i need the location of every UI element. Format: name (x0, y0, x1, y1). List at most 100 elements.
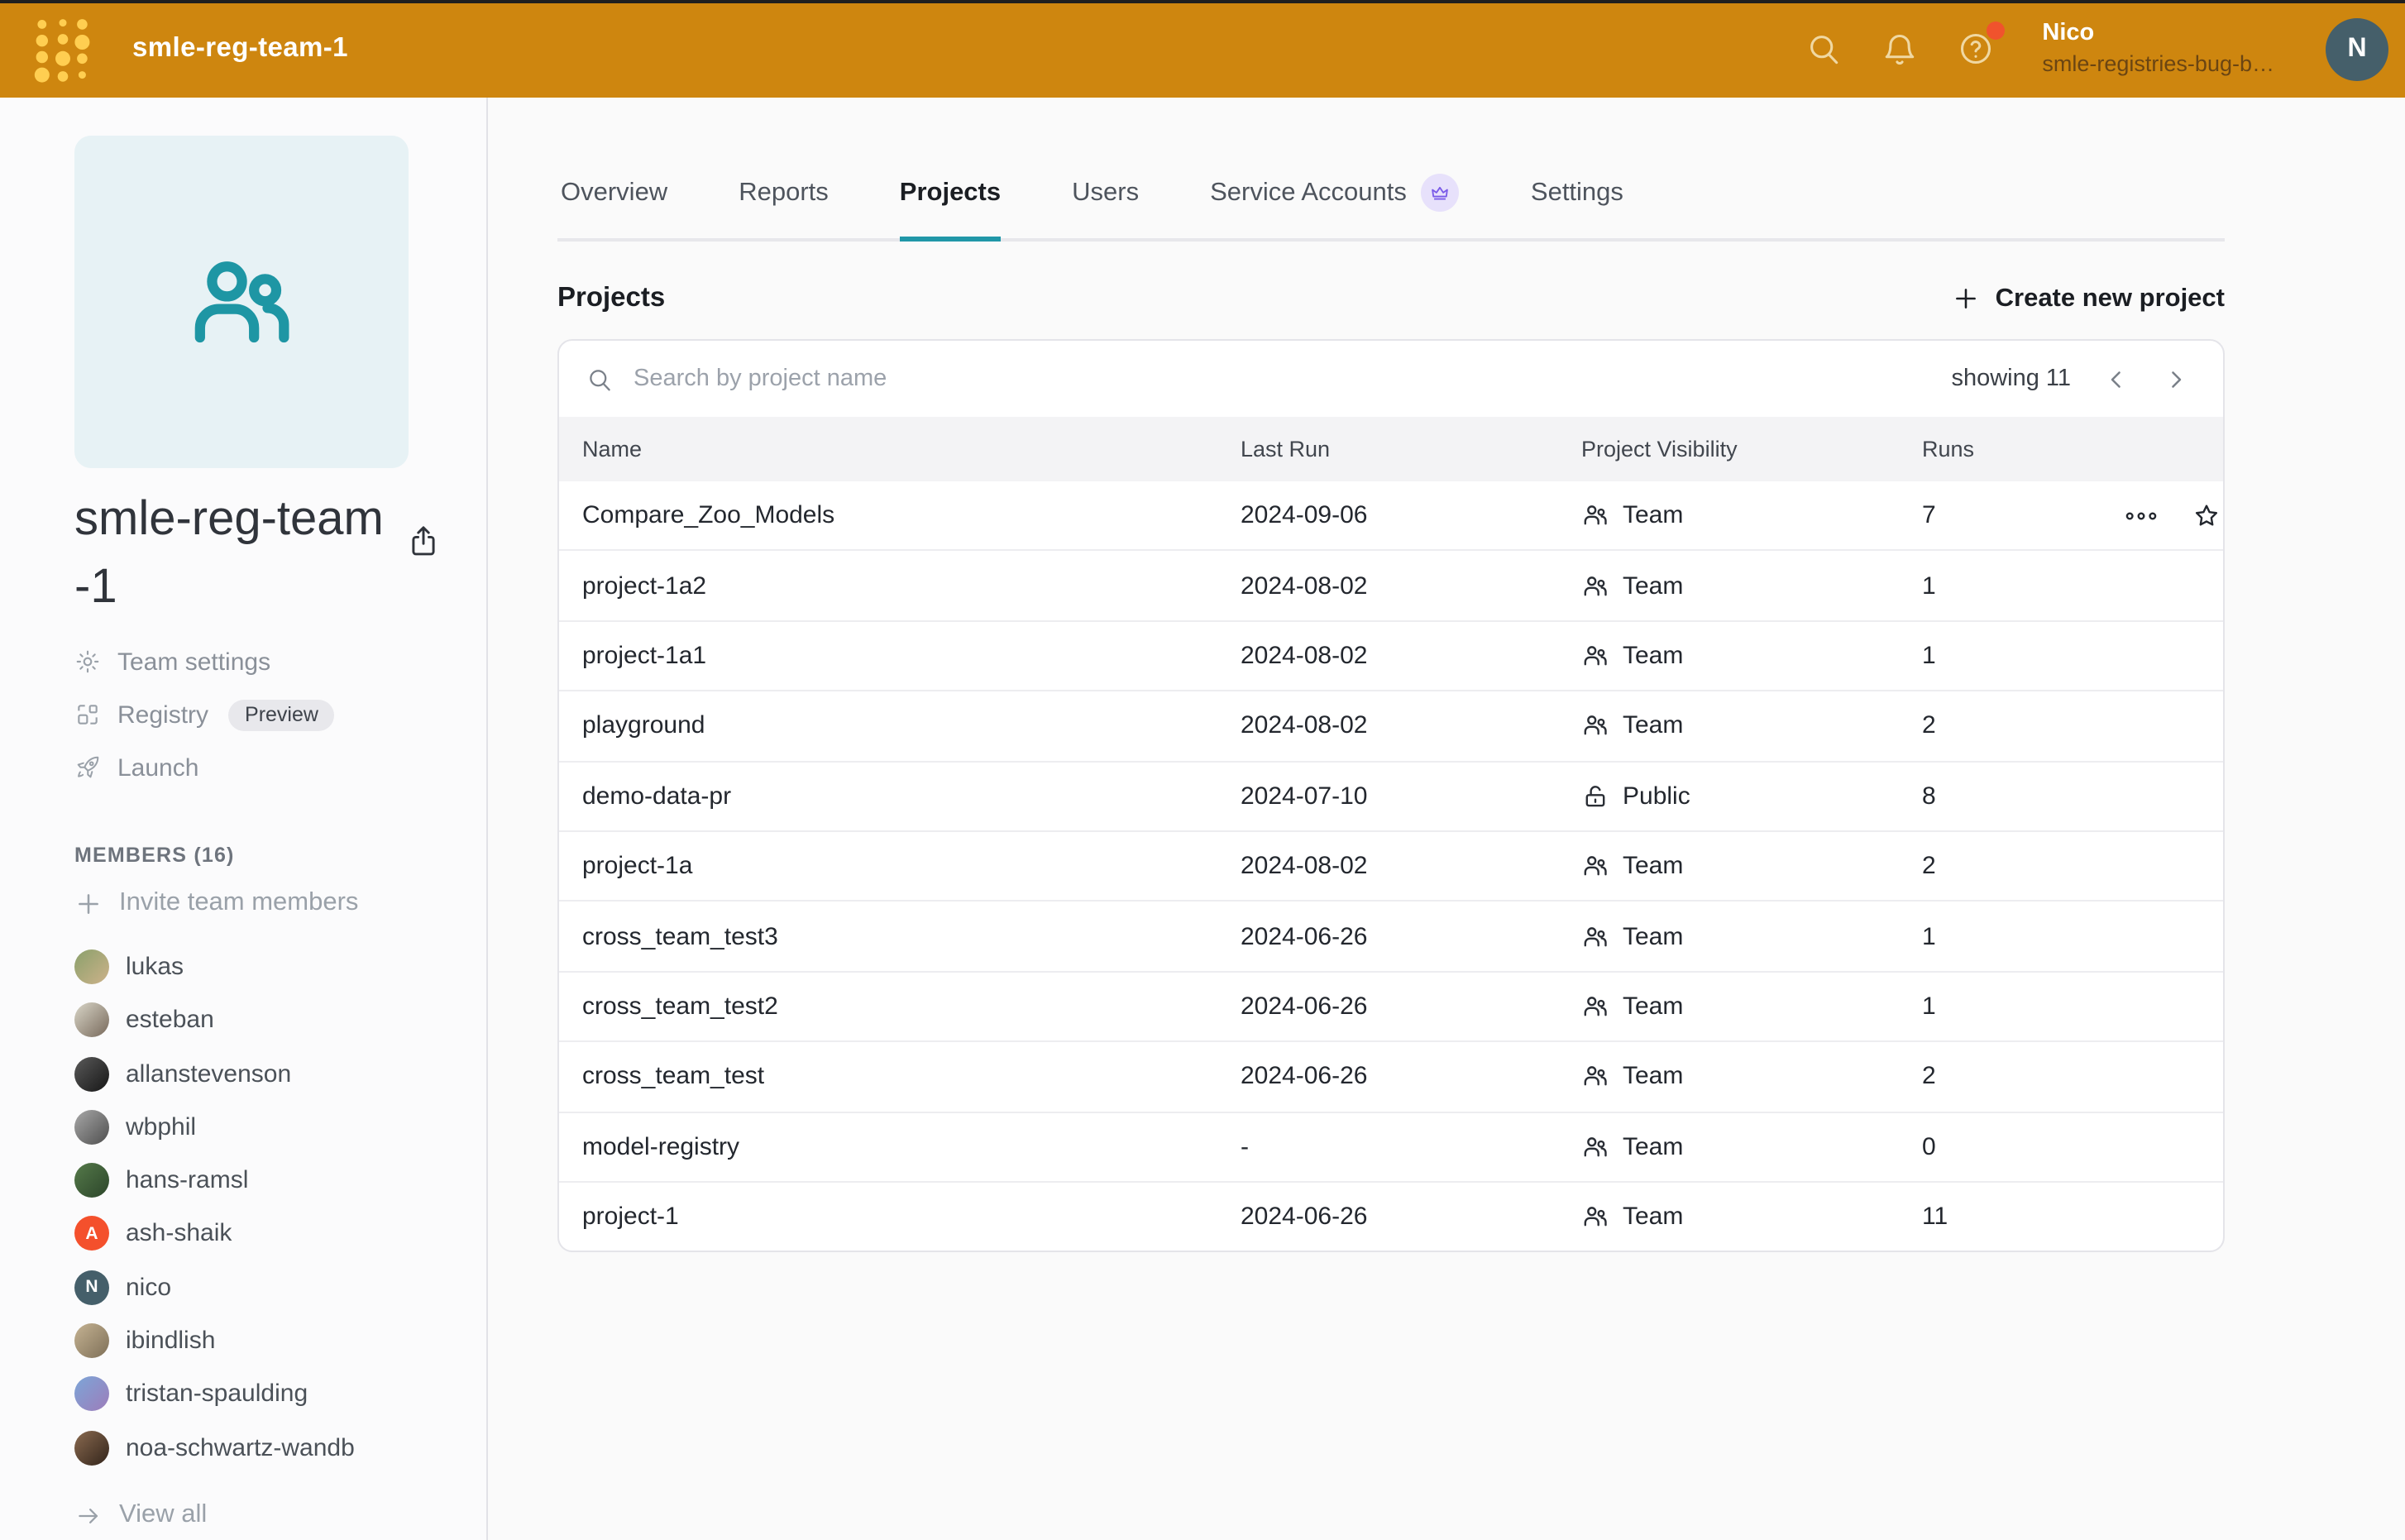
runs-count: 7 (1922, 501, 2125, 529)
row-actions (2125, 500, 2223, 530)
project-visibility: Team (1581, 852, 1922, 880)
tab-settings[interactable]: Settings (1531, 174, 1623, 242)
invite-team-members-button[interactable]: Invite team members (74, 889, 486, 919)
member-item-noa-schwartz-wandb[interactable]: noa-schwartz-wandb (74, 1421, 486, 1475)
last-run: 2024-07-10 (1241, 782, 1581, 811)
project-name[interactable]: model-registry (582, 1132, 1241, 1160)
member-avatar (74, 949, 109, 984)
runs-count: 2 (1922, 1063, 2125, 1091)
visibility-label: Team (1623, 852, 1683, 880)
previous-page-button[interactable] (2094, 357, 2137, 400)
view-all-label: View all (119, 1501, 207, 1531)
project-name[interactable]: Compare_Zoo_Models (582, 501, 1241, 529)
team-avatar (74, 136, 409, 468)
help-icon[interactable] (1956, 30, 1994, 68)
project-name[interactable]: cross_team_test2 (582, 992, 1241, 1021)
last-run: - (1241, 1132, 1581, 1160)
project-search-input[interactable] (630, 364, 1934, 394)
wandb-logo-icon[interactable] (33, 14, 93, 84)
next-page-button[interactable] (2154, 357, 2197, 400)
member-name: nico (126, 1274, 171, 1302)
member-name: allanstevenson (126, 1059, 291, 1088)
project-visibility: Team (1581, 1203, 1922, 1231)
table-row[interactable]: playground2024-08-02Team2 (559, 690, 2223, 760)
last-run: 2024-08-02 (1241, 572, 1581, 600)
last-run: 2024-08-02 (1241, 852, 1581, 880)
project-name[interactable]: cross_team_test (582, 1063, 1241, 1091)
member-item-ibindlish[interactable]: ibindlish (74, 1314, 486, 1368)
tab-service-accounts[interactable]: Service Accounts (1210, 174, 1460, 242)
tab-projects[interactable]: Projects (900, 174, 1001, 242)
tab-label: Reports (739, 178, 829, 208)
table-row[interactable]: cross_team_test2024-06-26Team2 (559, 1040, 2223, 1111)
sidebar-links: Team settingsRegistryPreview Launch (74, 636, 486, 795)
member-item-tristan-spaulding[interactable]: tristan-spaulding (74, 1367, 486, 1421)
member-item-hans-ramsl[interactable]: hans-ramsl (74, 1154, 486, 1208)
member-item-allanstevenson[interactable]: allanstevenson (74, 1047, 486, 1101)
table-row[interactable]: model-registry-Team0 (559, 1111, 2223, 1181)
sidebar-link-launch[interactable]: Launch (74, 742, 486, 795)
table-row[interactable]: Compare_Zoo_Models2024-09-06Team7 (559, 481, 2223, 550)
member-avatar (74, 1163, 109, 1198)
member-item-ash-shaik[interactable]: Aash-shaik (74, 1208, 486, 1261)
team-icon (1581, 1063, 1609, 1091)
rocket-icon (74, 755, 101, 782)
runs-count: 2 (1922, 712, 2125, 740)
member-name: hans-ramsl (126, 1166, 248, 1194)
user-menu[interactable]: Nico smle-registries-bug-b… (2042, 17, 2274, 81)
project-name[interactable]: project-1a1 (582, 642, 1241, 670)
column-header-last-run: Last Run (1241, 437, 1581, 462)
topbar-left: smle-reg-team-1 (33, 14, 348, 84)
tab-label: Settings (1531, 178, 1623, 208)
team-icon (1581, 1132, 1609, 1160)
table-row[interactable]: project-12024-06-26Team11 (559, 1181, 2223, 1251)
create-new-project-button[interactable]: Create new project (1953, 284, 2225, 313)
page-title: Projects (557, 283, 665, 314)
member-item-lukas[interactable]: lukas (74, 940, 486, 994)
tab-overview[interactable]: Overview (561, 174, 667, 242)
sidebar-link-label: Launch (117, 754, 198, 782)
team-icon (1581, 1203, 1609, 1231)
user-avatar[interactable]: N (2326, 17, 2388, 80)
section-header: Projects Create new project (557, 283, 2225, 314)
team-people-icon (184, 244, 299, 360)
runs-count: 2 (1922, 852, 2125, 880)
sidebar-link-team-settings[interactable]: Team settings (74, 636, 486, 689)
team-icon (1581, 992, 1609, 1021)
project-name[interactable]: project-1a2 (582, 572, 1241, 600)
table-row[interactable]: demo-data-pr2024-07-10Public8 (559, 760, 2223, 830)
member-item-nico[interactable]: Nnico (74, 1260, 486, 1314)
tab-reports[interactable]: Reports (739, 174, 829, 242)
view-all-members-button[interactable]: View all (74, 1501, 486, 1531)
table-row[interactable]: project-1a12024-08-02Team1 (559, 620, 2223, 691)
plus-icon (74, 890, 103, 918)
overflow-menu-icon[interactable] (2125, 510, 2157, 520)
project-name[interactable]: cross_team_test3 (582, 922, 1241, 950)
tab-label: Users (1072, 178, 1139, 208)
team-name-row: smle-reg-team -1 (74, 486, 486, 623)
project-name[interactable]: demo-data-pr (582, 782, 1241, 811)
project-name[interactable]: project-1a (582, 852, 1241, 880)
project-name[interactable]: playground (582, 712, 1241, 740)
table-row[interactable]: cross_team_test22024-06-26Team1 (559, 970, 2223, 1040)
star-icon[interactable] (2192, 500, 2221, 530)
member-avatar (74, 1003, 109, 1038)
table-row[interactable]: cross_team_test32024-06-26Team1 (559, 901, 2223, 971)
share-icon[interactable] (405, 523, 442, 559)
user-org: smle-registries-bug-b… (2042, 50, 2274, 81)
last-run: 2024-06-26 (1241, 922, 1581, 950)
sidebar-link-registry[interactable]: RegistryPreview (74, 689, 486, 742)
crown-icon (1430, 182, 1451, 203)
table-row[interactable]: project-1a22024-08-02Team1 (559, 550, 2223, 620)
member-item-esteban[interactable]: esteban (74, 993, 486, 1047)
table-row[interactable]: project-1a2024-08-02 Team 2 (559, 830, 2223, 901)
table-search-row: showing 11 (559, 341, 2223, 417)
bell-icon[interactable] (1880, 30, 1918, 68)
member-item-wbphil[interactable]: wbphil (74, 1100, 486, 1154)
create-button-label: Create new project (1996, 284, 2225, 313)
members-heading: MEMBERS (16) (74, 844, 486, 868)
column-header-name: Name (582, 437, 1241, 462)
tab-users[interactable]: Users (1072, 174, 1139, 242)
search-icon[interactable] (1804, 30, 1842, 68)
project-name[interactable]: project-1 (582, 1203, 1241, 1231)
